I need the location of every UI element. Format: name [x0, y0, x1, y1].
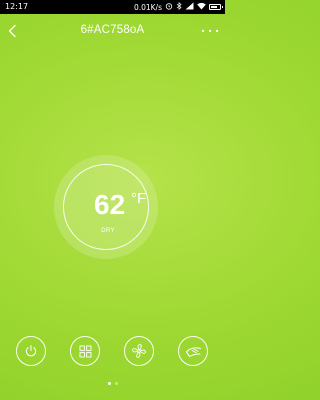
back-button[interactable] — [4, 20, 20, 42]
swing-button[interactable] — [178, 336, 208, 366]
mode-button[interactable] — [70, 336, 100, 366]
alarm-icon — [165, 2, 173, 12]
bluetooth-icon — [176, 2, 182, 12]
page-indicator — [0, 382, 225, 385]
chevron-left-icon — [8, 24, 16, 38]
control-bar — [0, 336, 225, 366]
fan-icon — [132, 344, 146, 358]
power-button[interactable] — [16, 336, 46, 366]
more-horizontal-icon — [201, 29, 219, 33]
status-time: 12:17 — [5, 2, 29, 11]
page-dot-2[interactable] — [114, 382, 118, 385]
status-icons: 0.01K/s — [133, 2, 223, 12]
page-dot-1[interactable] — [107, 382, 111, 385]
temperature-value: 62 — [94, 189, 126, 220]
mode-label: DRY — [101, 228, 115, 234]
battery-level — [211, 6, 217, 8]
power-icon — [25, 345, 37, 357]
status-bar: 12:17 0.01K/s — [0, 0, 225, 14]
mode-grid-icon — [79, 345, 91, 357]
wifi-icon — [197, 2, 206, 12]
more-options-button[interactable] — [199, 22, 221, 40]
signal-icon — [185, 2, 194, 12]
swing-icon — [185, 346, 201, 357]
header: 6#AC758oA — [0, 14, 225, 48]
temperature-unit: °F — [131, 190, 147, 207]
fan-speed-button[interactable] — [124, 336, 154, 366]
network-speed: 0.01K/s — [133, 2, 162, 12]
battery-icon — [209, 4, 223, 10]
page-title: 6#AC758oA — [80, 24, 145, 36]
